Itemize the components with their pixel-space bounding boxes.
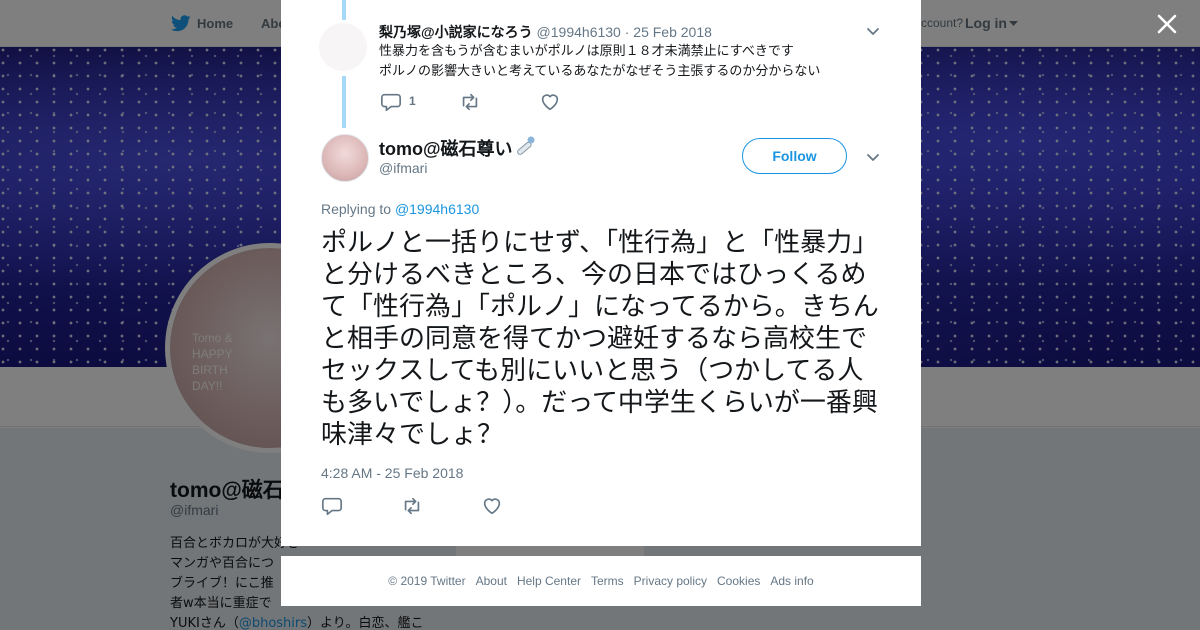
footer-copyright: © 2019 Twitter — [388, 574, 466, 588]
separator-dot: · — [624, 24, 630, 40]
footer: © 2019 Twitter About Help Center Terms P… — [281, 556, 921, 606]
parent-author-handle[interactable]: @1994h6130 — [537, 24, 621, 40]
author-avatar[interactable] — [321, 134, 369, 182]
like-icon[interactable] — [539, 91, 561, 113]
tweet-modal: 梨乃塚@小説家になろう @1994h6130 · 25 Feb 2018 性暴力… — [281, 0, 921, 546]
reply-count: 1 — [409, 94, 416, 108]
retweet-icon[interactable] — [401, 495, 423, 517]
footer-link-ads-info[interactable]: Ads info — [770, 574, 813, 588]
parent-tweet-text: 性暴力を含もうが含むまいがポルノは原則１８才未満禁止にすべきです ポルノの影響大… — [379, 42, 820, 82]
chevron-down-icon[interactable] — [865, 23, 881, 39]
parent-author-name[interactable]: 梨乃塚@小説家になろう — [379, 24, 533, 40]
retweet-icon[interactable] — [459, 91, 481, 113]
parent-text-line: ポルノの影響大きいと考えているあなたがなぜそう主張するのか分からない — [379, 64, 821, 79]
footer-link-terms[interactable]: Terms — [591, 574, 624, 588]
replying-to: Replying to @1994h6130 — [321, 201, 479, 217]
close-icon[interactable] — [1154, 11, 1180, 37]
author-handle[interactable]: @ifmari — [379, 160, 427, 176]
parent-tweet-header: 梨乃塚@小説家になろう @1994h6130 · 25 Feb 2018 — [379, 22, 712, 42]
parent-date[interactable]: 25 Feb 2018 — [633, 24, 712, 40]
magnet-emoji-icon — [517, 136, 535, 155]
footer-link-about[interactable]: About — [476, 574, 507, 588]
follow-button[interactable]: Follow — [742, 138, 847, 174]
reply-icon[interactable] — [321, 495, 343, 517]
tweet-timestamp[interactable]: 4:28 AM - 25 Feb 2018 — [321, 465, 463, 481]
parent-avatar[interactable] — [319, 23, 367, 71]
replying-label: Replying to — [321, 201, 392, 217]
footer-link-privacy[interactable]: Privacy policy — [634, 574, 707, 588]
thread-line-bottom — [342, 76, 346, 128]
thread-line-top — [342, 0, 346, 20]
reply-icon[interactable] — [380, 91, 402, 113]
replying-handle-link[interactable]: @1994h6130 — [395, 201, 479, 217]
chevron-down-icon[interactable] — [865, 149, 881, 165]
parent-text-line: 性暴力を含もうが含むまいがポルノは原則１８才未満禁止にすべきです — [379, 44, 794, 59]
footer-link-cookies[interactable]: Cookies — [717, 574, 760, 588]
author-name[interactable]: tomo@磁石尊い — [379, 135, 513, 161]
footer-link-help-center[interactable]: Help Center — [517, 574, 581, 588]
tweet-text: ポルノと一括りにせず、「性行為」と「性暴力」と分けるべきところ、今の日本ではひっ… — [321, 228, 879, 450]
like-icon[interactable] — [481, 495, 503, 517]
